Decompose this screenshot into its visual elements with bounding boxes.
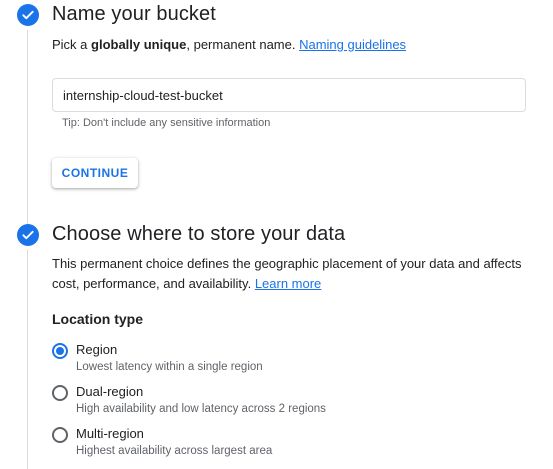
option-description: Lowest latency within a single region: [76, 361, 263, 373]
bucket-name-tip: Tip: Don't include any sensitive informa…: [62, 117, 271, 129]
option-label: Dual-region: [76, 384, 144, 399]
radio-button[interactable]: [52, 427, 68, 443]
continue-button[interactable]: CONTINUE: [52, 158, 138, 188]
location-option-dual-region[interactable]: Dual-region High availability and low la…: [52, 384, 492, 420]
option-description: Highest availability across largest area: [76, 445, 273, 457]
step-location-description: This permanent choice defines the geogra…: [52, 254, 522, 294]
stepper-line: [27, 30, 28, 224]
option-description: High availability and low latency across…: [76, 403, 326, 415]
option-label: Multi-region: [76, 426, 144, 441]
naming-guidelines-link[interactable]: Naming guidelines: [299, 37, 406, 52]
description-text: Pick a: [52, 37, 92, 52]
check-circle-icon: [17, 4, 39, 26]
option-label: Region: [76, 342, 118, 357]
stepper-line: [27, 250, 28, 469]
learn-more-link[interactable]: Learn more: [255, 276, 321, 291]
bucket-name-input[interactable]: [52, 78, 526, 112]
step-location-heading: Choose where to store your data: [52, 223, 346, 245]
radio-button-selected[interactable]: [52, 343, 68, 359]
description-bold-text: globally unique: [91, 37, 187, 52]
description-text: This permanent choice defines the geogra…: [52, 256, 522, 271]
description-text: cost, performance, and availability.: [52, 276, 255, 291]
location-type-label: Location type: [52, 311, 144, 327]
radio-button[interactable]: [52, 385, 68, 401]
check-circle-icon: [17, 224, 39, 246]
step-name-bucket-description: Pick a globally unique, permanent name. …: [52, 35, 406, 55]
description-text: , permanent name.: [186, 37, 300, 52]
location-option-region[interactable]: Region Lowest latency within a single re…: [52, 342, 492, 378]
step-name-bucket-heading: Name your bucket: [52, 3, 216, 25]
location-option-multi-region[interactable]: Multi-region Highest availability across…: [52, 426, 492, 462]
create-bucket-form: Name your bucket Pick a globally unique,…: [0, 0, 553, 469]
